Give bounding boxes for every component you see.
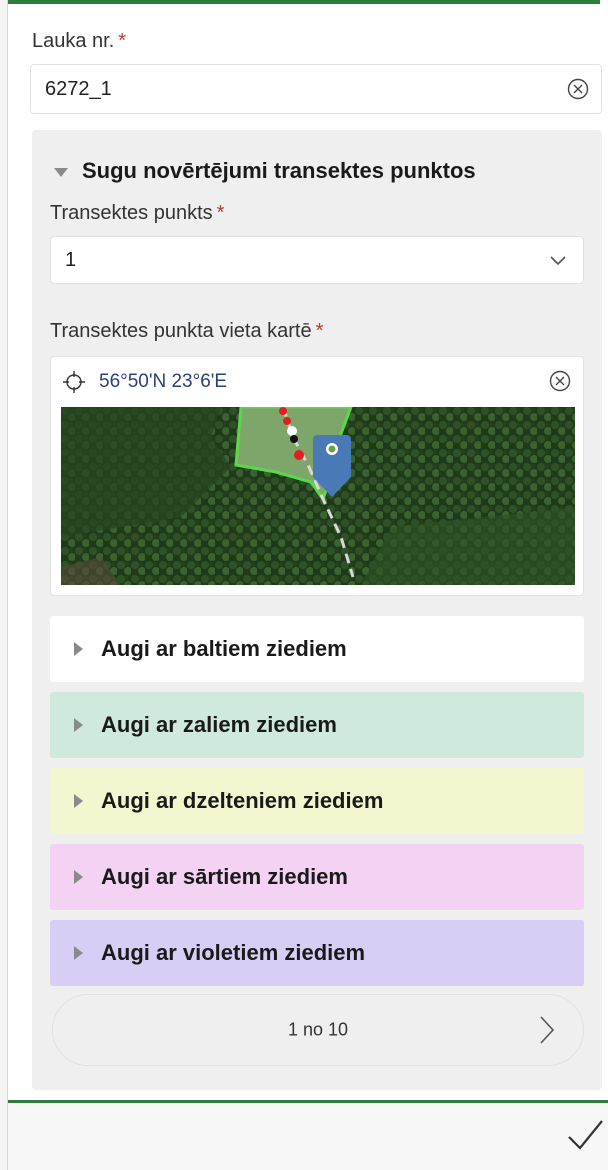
group-yellow-flowers[interactable]: Augi ar dzelteniem ziediem [50,768,584,834]
chevron-right-icon[interactable] [539,1015,555,1045]
required-marker: * [216,202,225,224]
required-marker: * [315,320,324,342]
map-location-field[interactable]: 56°50'N 23°6'E [50,356,584,596]
lauka-nr-input[interactable]: 6272_1 [30,64,602,114]
section-title: Sugu novērtējumi transektes punktos [82,158,476,183]
transektes-punkts-label: Transektes punkts * [50,202,224,225]
expand-triangle-icon [74,870,83,884]
lauka-nr-label: Lauka nr. * [32,30,126,53]
crosshair-icon[interactable] [61,369,87,395]
page-indicator: 1 no 10 [287,1019,349,1040]
species-assessment-section: Sugu novērtējumi transektes punktos Tran… [32,130,602,1090]
map-location-label-text: Transektes punkta vieta kartē [50,320,312,342]
clear-icon[interactable] [567,78,589,100]
expand-triangle-icon [74,946,83,960]
required-marker: * [118,30,127,52]
transektes-punkts-label-text: Transektes punkts [50,202,213,224]
collapse-triangle-icon [54,167,68,177]
form-container: Lauka nr. * 6272_1 Sugu novērtējumi trans… [16,4,602,1100]
clear-icon[interactable] [549,370,571,392]
group-pink-flowers[interactable]: Augi ar sārtiem ziediem [50,844,584,910]
lauka-nr-label-text: Lauka nr. [32,30,115,52]
group-label: Augi ar zaliem ziediem [101,712,337,737]
window-frame-edge [0,0,8,1170]
map-location-label: Transektes punkta vieta kartē * [50,320,323,343]
bottom-toolbar [8,1103,608,1170]
transektes-punkts-value: 1 [65,248,77,271]
pagination-control: 1 no 10 [52,994,584,1066]
group-label: Augi ar sārtiem ziediem [101,864,348,889]
group-green-flowers[interactable]: Augi ar zaliem ziediem [50,692,584,758]
expand-triangle-icon [74,642,83,656]
checkmark-icon[interactable] [566,1117,604,1153]
group-label: Augi ar violetiem ziediem [101,940,366,965]
expand-triangle-icon [74,718,83,732]
coordinates-row: 56°50'N 23°6'E [61,369,227,395]
lauka-nr-value: 6272_1 [45,77,112,100]
transektes-punkts-select[interactable]: 1 [50,236,584,284]
satellite-map-image[interactable] [61,407,575,585]
coordinates-text: 56°50'N 23°6'E [99,371,228,392]
chevron-down-icon [550,256,566,266]
section-header[interactable]: Sugu novērtējumi transektes punktos [54,158,476,184]
expand-triangle-icon [74,794,83,808]
group-white-flowers[interactable]: Augi ar baltiem ziediem [50,616,584,682]
group-label: Augi ar dzelteniem ziediem [101,788,384,813]
group-violet-flowers[interactable]: Augi ar violetiem ziediem [50,920,584,986]
group-label: Augi ar baltiem ziediem [101,636,347,661]
